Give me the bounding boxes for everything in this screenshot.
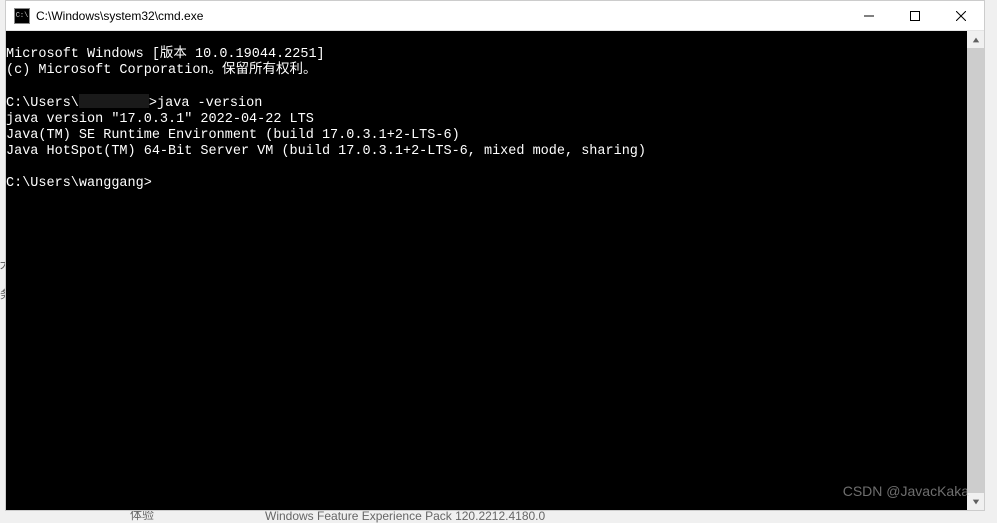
cmd-icon: C:\	[14, 8, 30, 24]
cmd-window: C:\ C:\Windows\system32\cmd.exe Microsof…	[5, 0, 985, 511]
titlebar[interactable]: C:\ C:\Windows\system32\cmd.exe	[6, 1, 984, 31]
terminal-area: Microsoft Windows [版本 10.0.19044.2251] (…	[6, 31, 984, 510]
scroll-up-button[interactable]	[967, 31, 984, 48]
close-button[interactable]	[938, 1, 984, 30]
terminal-line: Java HotSpot(TM) 64-Bit Server VM (build…	[6, 144, 646, 159]
scroll-down-button[interactable]	[967, 493, 984, 510]
window-controls	[846, 1, 984, 30]
redacted-username	[79, 94, 149, 108]
scrollbar-track[interactable]	[967, 48, 984, 493]
scrollbar-thumb[interactable]	[967, 48, 984, 493]
terminal-line: Microsoft Windows [版本 10.0.19044.2251]	[6, 47, 325, 62]
terminal-line: (c) Microsoft Corporation。保留所有权利。	[6, 63, 317, 78]
vertical-scrollbar[interactable]	[967, 31, 984, 510]
terminal-line: Java(TM) SE Runtime Environment (build 1…	[6, 128, 460, 143]
terminal-line: C:\Users\>java -version	[6, 96, 262, 111]
minimize-button[interactable]	[846, 1, 892, 30]
terminal-content[interactable]: Microsoft Windows [版本 10.0.19044.2251] (…	[6, 31, 967, 510]
window-title: C:\Windows\system32\cmd.exe	[36, 9, 846, 23]
terminal-line: java version "17.0.3.1" 2022-04-22 LTS	[6, 112, 314, 127]
maximize-button[interactable]	[892, 1, 938, 30]
terminal-line: C:\Users\wanggang>	[6, 176, 152, 191]
